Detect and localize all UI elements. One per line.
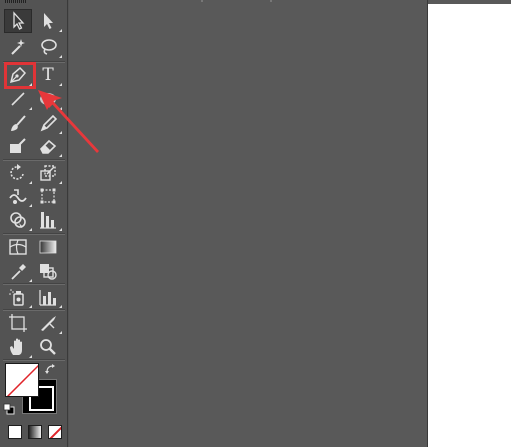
artboard-tool[interactable] [4, 311, 32, 335]
scale-tool[interactable] [34, 161, 62, 185]
flyout-indicator [29, 305, 32, 308]
flyout-indicator [29, 279, 32, 282]
gradient-mode-button[interactable] [28, 425, 42, 439]
pencil-icon [40, 114, 58, 132]
type-icon: T [42, 64, 54, 85]
artboard[interactable] [428, 4, 511, 447]
blob-brush-tool[interactable] [4, 134, 32, 158]
lasso-tool[interactable] [34, 35, 62, 59]
tool-separator [3, 159, 65, 160]
line-segment-icon [11, 92, 25, 106]
flyout-indicator [59, 228, 62, 231]
selection-tool[interactable] [4, 9, 32, 33]
flyout-indicator [29, 107, 32, 110]
tool-separator [3, 309, 65, 310]
pen-tool-highlight [4, 62, 36, 89]
illustrator-workspace: T [0, 0, 511, 447]
shape-builder-tool[interactable] [4, 208, 32, 232]
type-tool[interactable]: T [34, 63, 62, 87]
flyout-indicator [59, 154, 62, 157]
column-graph-tool[interactable] [34, 285, 62, 309]
scale-icon [40, 165, 56, 181]
swap-fill-stroke-icon[interactable] [44, 363, 58, 375]
flyout-indicator [59, 305, 62, 308]
paintbrush-icon [11, 115, 26, 131]
color-mode-button[interactable] [8, 425, 22, 439]
flyout-indicator [59, 83, 62, 86]
zoom-icon [40, 339, 56, 355]
warp-tool[interactable] [4, 184, 32, 208]
mesh-icon [9, 239, 27, 255]
slice-icon [41, 316, 56, 331]
ellipse-icon [40, 93, 56, 105]
rotate-tool[interactable] [4, 161, 32, 185]
mesh-tool[interactable] [4, 235, 32, 259]
flyout-indicator [59, 331, 62, 334]
flyout-indicator [29, 204, 32, 207]
rotate-icon [10, 164, 24, 180]
flyout-indicator [29, 355, 32, 358]
magic-wand-icon [11, 39, 25, 55]
eyedropper-icon [11, 264, 26, 280]
blend-tool[interactable] [34, 259, 62, 283]
perspective-grid-tool[interactable] [34, 208, 62, 232]
ellipse-tool[interactable] [34, 87, 62, 111]
flyout-indicator [59, 55, 62, 58]
tool-separator [3, 283, 65, 284]
tool-separator [3, 359, 65, 360]
pencil-tool[interactable] [34, 111, 62, 135]
gradient-tool[interactable] [34, 235, 62, 259]
paintbrush-tool[interactable] [4, 111, 32, 135]
lasso-icon [41, 39, 57, 55]
pasteboard[interactable] [69, 0, 427, 447]
eyedropper-tool[interactable] [4, 259, 32, 283]
flyout-indicator [59, 107, 62, 110]
hand-icon [10, 338, 22, 355]
shape-builder-icon [10, 212, 26, 228]
flyout-indicator [29, 228, 32, 231]
fill-swatch[interactable] [5, 363, 39, 397]
free-transform-tool[interactable] [34, 184, 62, 208]
free-transform-icon [40, 188, 56, 204]
zoom-tool[interactable] [34, 335, 62, 359]
perspective-grid-icon [40, 212, 56, 229]
none-color-icon [6, 364, 38, 396]
slice-tool[interactable] [34, 311, 62, 335]
warp-icon [9, 189, 27, 204]
none-mode-button[interactable] [48, 425, 62, 439]
eraser-tool[interactable] [34, 134, 62, 158]
hand-tool[interactable] [4, 335, 32, 359]
artboard-icon [9, 314, 27, 332]
panel-grip[interactable] [5, 0, 27, 3]
column-graph-icon [39, 290, 56, 306]
none-color-icon [49, 426, 61, 438]
tool-separator [3, 233, 65, 234]
direct-selection-tool[interactable] [34, 9, 62, 33]
symbol-sprayer-icon [9, 289, 24, 306]
line-segment-tool[interactable] [4, 87, 32, 111]
magic-wand-tool[interactable] [4, 35, 32, 59]
default-fill-stroke-icon[interactable] [3, 403, 15, 415]
blend-icon [40, 264, 57, 280]
gradient-icon [39, 240, 57, 254]
selection-icon [13, 11, 25, 30]
flyout-indicator [59, 29, 62, 32]
direct-selection-icon [44, 13, 53, 29]
eraser-icon [40, 139, 57, 154]
symbol-sprayer-tool[interactable] [4, 285, 32, 309]
blob-brush-icon [10, 138, 26, 153]
